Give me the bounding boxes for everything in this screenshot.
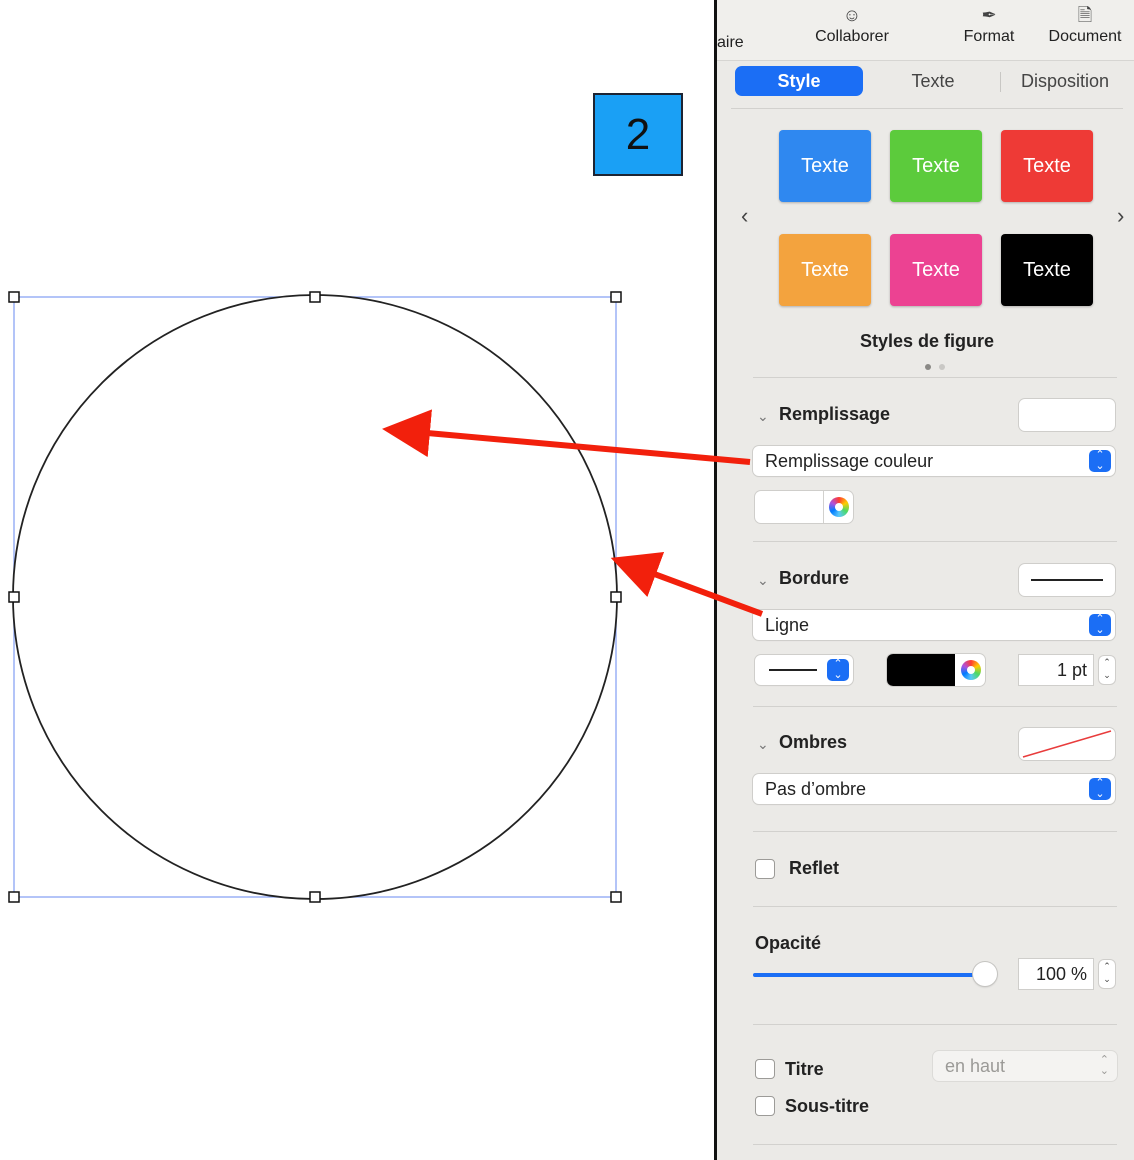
- divider: [753, 1144, 1117, 1145]
- format-button[interactable]: ✒ Format: [943, 2, 1035, 46]
- divider: [753, 1024, 1117, 1025]
- popup-stepper-icon: ⌃ ⌄: [1089, 450, 1111, 472]
- divider: [753, 541, 1117, 542]
- resize-handle-bottom-left[interactable]: [8, 891, 20, 903]
- border-width-field[interactable]: 1 pt: [1019, 655, 1093, 685]
- resize-handle-bottom-right[interactable]: [610, 891, 622, 903]
- popup-stepper-icon: ⌃ ⌄: [827, 659, 849, 681]
- shape-style-swatch[interactable]: Texte: [890, 234, 982, 306]
- fill-type-value: Remplissage couleur: [765, 451, 934, 471]
- border-width-stepper[interactable]: ⌃ ⌄: [1099, 656, 1115, 684]
- tab-text[interactable]: Texte: [869, 66, 997, 96]
- fill-section-title: Remplissage: [779, 404, 891, 424]
- line-sample: [1031, 579, 1103, 581]
- document-button[interactable]: 🗎 Document: [1039, 2, 1131, 46]
- opacity-label: Opacité: [755, 933, 822, 953]
- shadow-type-popup[interactable]: Pas d’ombre ⌃ ⌄: [753, 774, 1115, 804]
- chevron-left-icon[interactable]: ‹: [741, 203, 748, 229]
- swatch-label: Texte: [912, 258, 960, 281]
- toolbar-item-cut-off[interactable]: aire: [717, 34, 744, 52]
- opacity-stepper[interactable]: ⌃ ⌄: [1099, 960, 1115, 988]
- subtitle-checkbox[interactable]: [755, 1096, 775, 1116]
- divider: [753, 831, 1117, 832]
- swatch-label: Texte: [912, 154, 960, 177]
- resize-handle-top-left[interactable]: [8, 291, 20, 303]
- border-color-well[interactable]: [887, 654, 985, 686]
- title-position-value: en haut: [945, 1056, 1006, 1076]
- toolbar: aire ☺ Collaborer ✒ Format 🗎 Document: [717, 0, 1134, 61]
- swatch-label: Texte: [1023, 154, 1071, 177]
- document-canvas[interactable]: 2: [0, 0, 714, 1160]
- collaborate-icon: ☺: [842, 5, 862, 25]
- resize-handle-top[interactable]: [309, 291, 321, 303]
- shape-style-swatch[interactable]: Texte: [779, 234, 871, 306]
- swatch-label: Texte: [801, 154, 849, 177]
- divider: [753, 906, 1117, 907]
- shape-style-swatch[interactable]: Texte: [779, 130, 871, 202]
- resize-handle-right[interactable]: [610, 591, 622, 603]
- fill-color-well[interactable]: [755, 491, 853, 523]
- collaborate-button[interactable]: ☺ Collaborer: [803, 2, 901, 46]
- circle-shape[interactable]: [12, 294, 618, 900]
- border-section-title: Bordure: [779, 568, 850, 588]
- page-indicator[interactable]: [921, 357, 949, 375]
- format-inspector: aire ☺ Collaborer ✒ Format 🗎 Document St…: [714, 0, 1134, 1160]
- fill-preview-well[interactable]: [1019, 399, 1115, 431]
- format-label: Format: [963, 28, 1015, 45]
- resize-handle-left[interactable]: [8, 591, 20, 603]
- divider: [753, 706, 1117, 707]
- color-wheel-icon[interactable]: [961, 660, 981, 680]
- line-style-sample: [769, 669, 817, 671]
- subtitle-label: Sous-titre: [785, 1096, 870, 1116]
- tab-style[interactable]: Style: [735, 66, 863, 96]
- title-checkbox[interactable]: [755, 1059, 775, 1079]
- popup-stepper-icon: ⌃ ⌄: [1099, 1054, 1109, 1077]
- opacity-field[interactable]: 100 %: [1019, 959, 1093, 989]
- disclosure-chevron-icon[interactable]: ⌄: [757, 736, 769, 753]
- resize-handle-top-right[interactable]: [610, 291, 622, 303]
- well-separator: [823, 491, 824, 523]
- title-label: Titre: [785, 1059, 824, 1079]
- border-type-popup[interactable]: Ligne ⌃ ⌄: [753, 610, 1115, 640]
- page-dot[interactable]: [939, 364, 945, 370]
- shadow-section-title: Ombres: [779, 732, 848, 752]
- shadow-type-value: Pas d’ombre: [765, 779, 867, 799]
- opacity-slider-knob[interactable]: [973, 962, 997, 986]
- popup-stepper-icon: ⌃ ⌄: [1089, 778, 1111, 800]
- border-type-value: Ligne: [765, 615, 810, 635]
- chevron-right-icon[interactable]: ›: [1117, 203, 1124, 229]
- color-wheel-icon[interactable]: [829, 497, 849, 517]
- step-number-badge: 2: [593, 93, 683, 176]
- opacity-slider-track[interactable]: [753, 973, 987, 977]
- collaborate-label: Collaborer: [815, 28, 889, 45]
- paintbrush-icon: ✒: [981, 5, 997, 25]
- divider: [731, 108, 1123, 109]
- shape-style-swatch[interactable]: Texte: [1001, 234, 1093, 306]
- shape-styles-caption: Styles de figure: [859, 331, 995, 351]
- title-position-popup[interactable]: en haut ⌃ ⌄: [933, 1051, 1117, 1081]
- popup-stepper-icon: ⌃ ⌄: [1089, 614, 1111, 636]
- reflection-checkbox[interactable]: [755, 859, 775, 879]
- reflection-label: Reflet: [789, 858, 840, 878]
- shape-style-swatch[interactable]: Texte: [890, 130, 982, 202]
- disclosure-chevron-icon[interactable]: ⌄: [757, 572, 769, 589]
- shadow-preview-well[interactable]: [1019, 728, 1115, 760]
- inspector-tabs: Style Texte Disposition: [735, 64, 1123, 98]
- no-shadow-slash-icon: [1022, 730, 1112, 758]
- border-color-swatch[interactable]: [887, 654, 955, 686]
- border-preview-well[interactable]: [1019, 564, 1115, 596]
- shape-style-swatch[interactable]: Texte: [1001, 130, 1093, 202]
- disclosure-chevron-icon[interactable]: ⌄: [757, 408, 769, 425]
- divider: [753, 377, 1117, 378]
- swatch-label: Texte: [1023, 258, 1071, 281]
- page-dot-active[interactable]: [925, 364, 931, 370]
- line-style-popup[interactable]: ⌃ ⌄: [755, 655, 853, 685]
- tab-layout[interactable]: Disposition: [1003, 66, 1127, 96]
- resize-handle-bottom[interactable]: [309, 891, 321, 903]
- document-label: Document: [1048, 28, 1122, 45]
- document-icon: 🗎: [1077, 5, 1093, 25]
- tab-separator: [1000, 72, 1001, 92]
- swatch-label: Texte: [801, 258, 849, 281]
- fill-type-popup[interactable]: Remplissage couleur ⌃ ⌄: [753, 446, 1115, 476]
